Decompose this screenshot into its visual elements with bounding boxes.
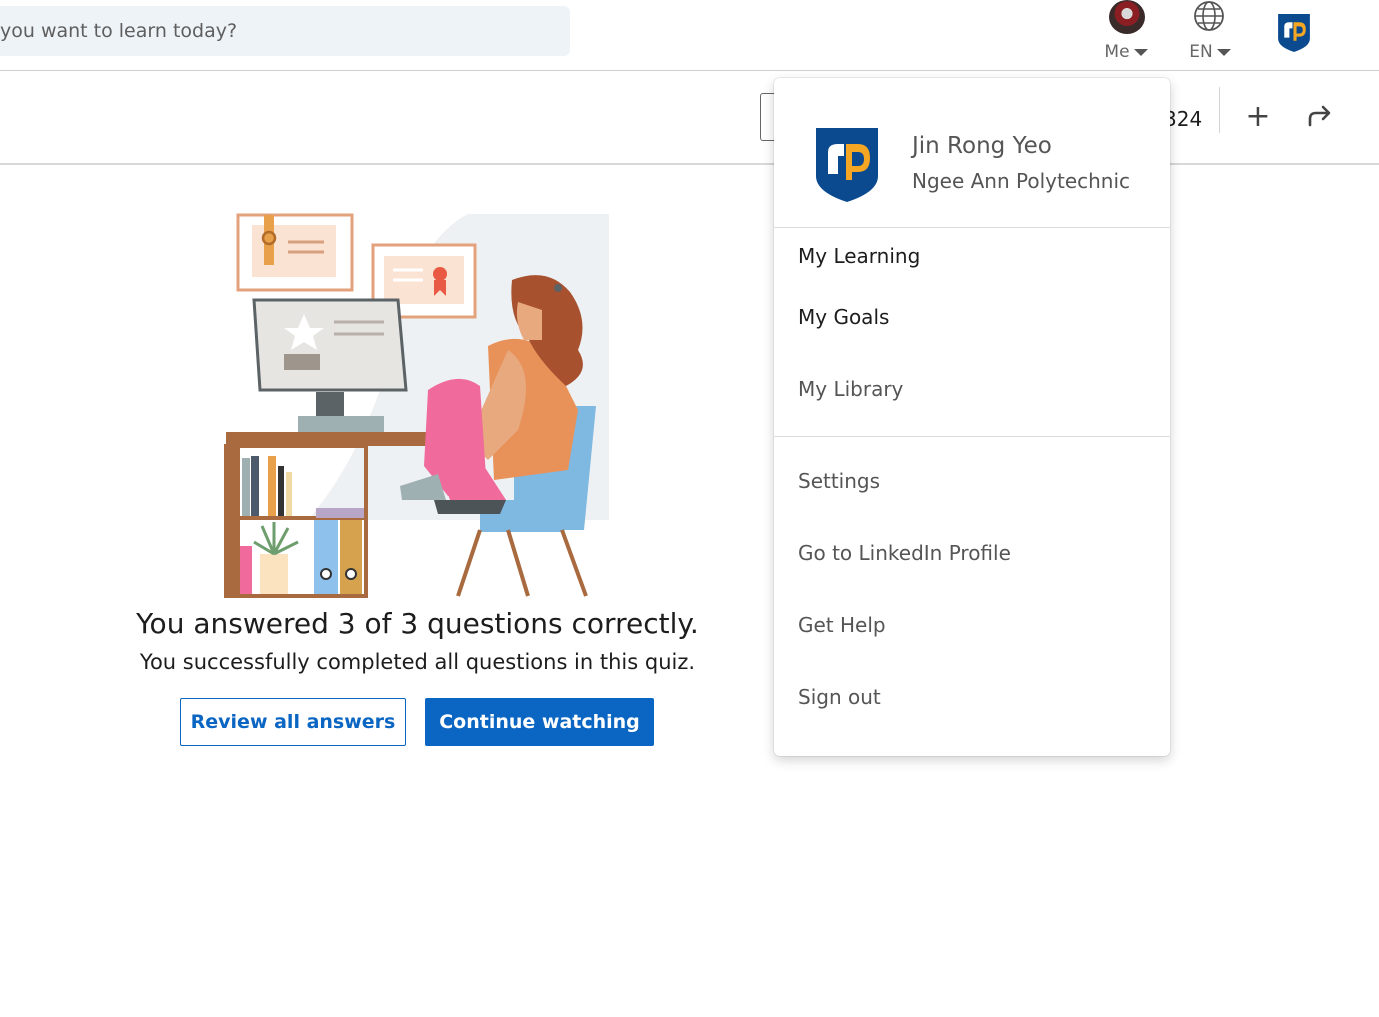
share-icon[interactable] [1306,103,1334,131]
search-input[interactable]: you want to learn today? [0,6,570,56]
org-logo[interactable] [1277,13,1311,53]
result-subtitle: You successfully completed all questions… [139,650,696,674]
toolbar-divider [1219,87,1220,133]
caret-down-icon [1133,48,1148,56]
caret-down-icon [1216,48,1231,56]
avatar [1109,0,1145,34]
me-menu-button[interactable]: Me [1096,0,1156,70]
profile-name: Jin Rong Yeo [912,133,1052,159]
search-placeholder: you want to learn today? [0,20,238,42]
profile-organization: Ngee Ann Polytechnic [912,169,1131,193]
menu-item-my-library[interactable]: My Library [798,377,903,401]
menu-item-my-learning[interactable]: My Learning [798,244,920,268]
content-toolbar: 324 + [0,71,1379,165]
org-logo [816,128,878,202]
plus-icon[interactable]: + [1244,99,1272,135]
menu-item-linkedin-profile[interactable]: Go to LinkedIn Profile [798,541,1011,565]
result-title: You answered 3 of 3 questions correctly. [136,607,699,640]
menu-divider [774,436,1170,437]
continue-watching-button[interactable]: Continue watching [425,698,654,746]
menu-item-sign-out[interactable]: Sign out [798,685,881,709]
profile-card[interactable]: Jin Rong Yeo Ngee Ann Polytechnic [774,78,1170,228]
language-label: EN [1189,42,1213,62]
top-navigation-bar: you want to learn today? Me EN [0,0,1379,71]
me-label: Me [1104,42,1130,62]
menu-item-get-help[interactable]: Get Help [798,613,886,637]
review-all-answers-button[interactable]: Review all answers [180,698,406,746]
language-menu-button[interactable]: EN [1180,0,1240,70]
account-dropdown-menu: Jin Rong Yeo Ngee Ann Polytechnic My Lea… [774,78,1170,756]
globe-icon [1194,1,1224,31]
menu-item-my-goals[interactable]: My Goals [798,305,889,329]
quiz-success-illustration [224,213,609,598]
menu-item-settings[interactable]: Settings [798,469,880,493]
